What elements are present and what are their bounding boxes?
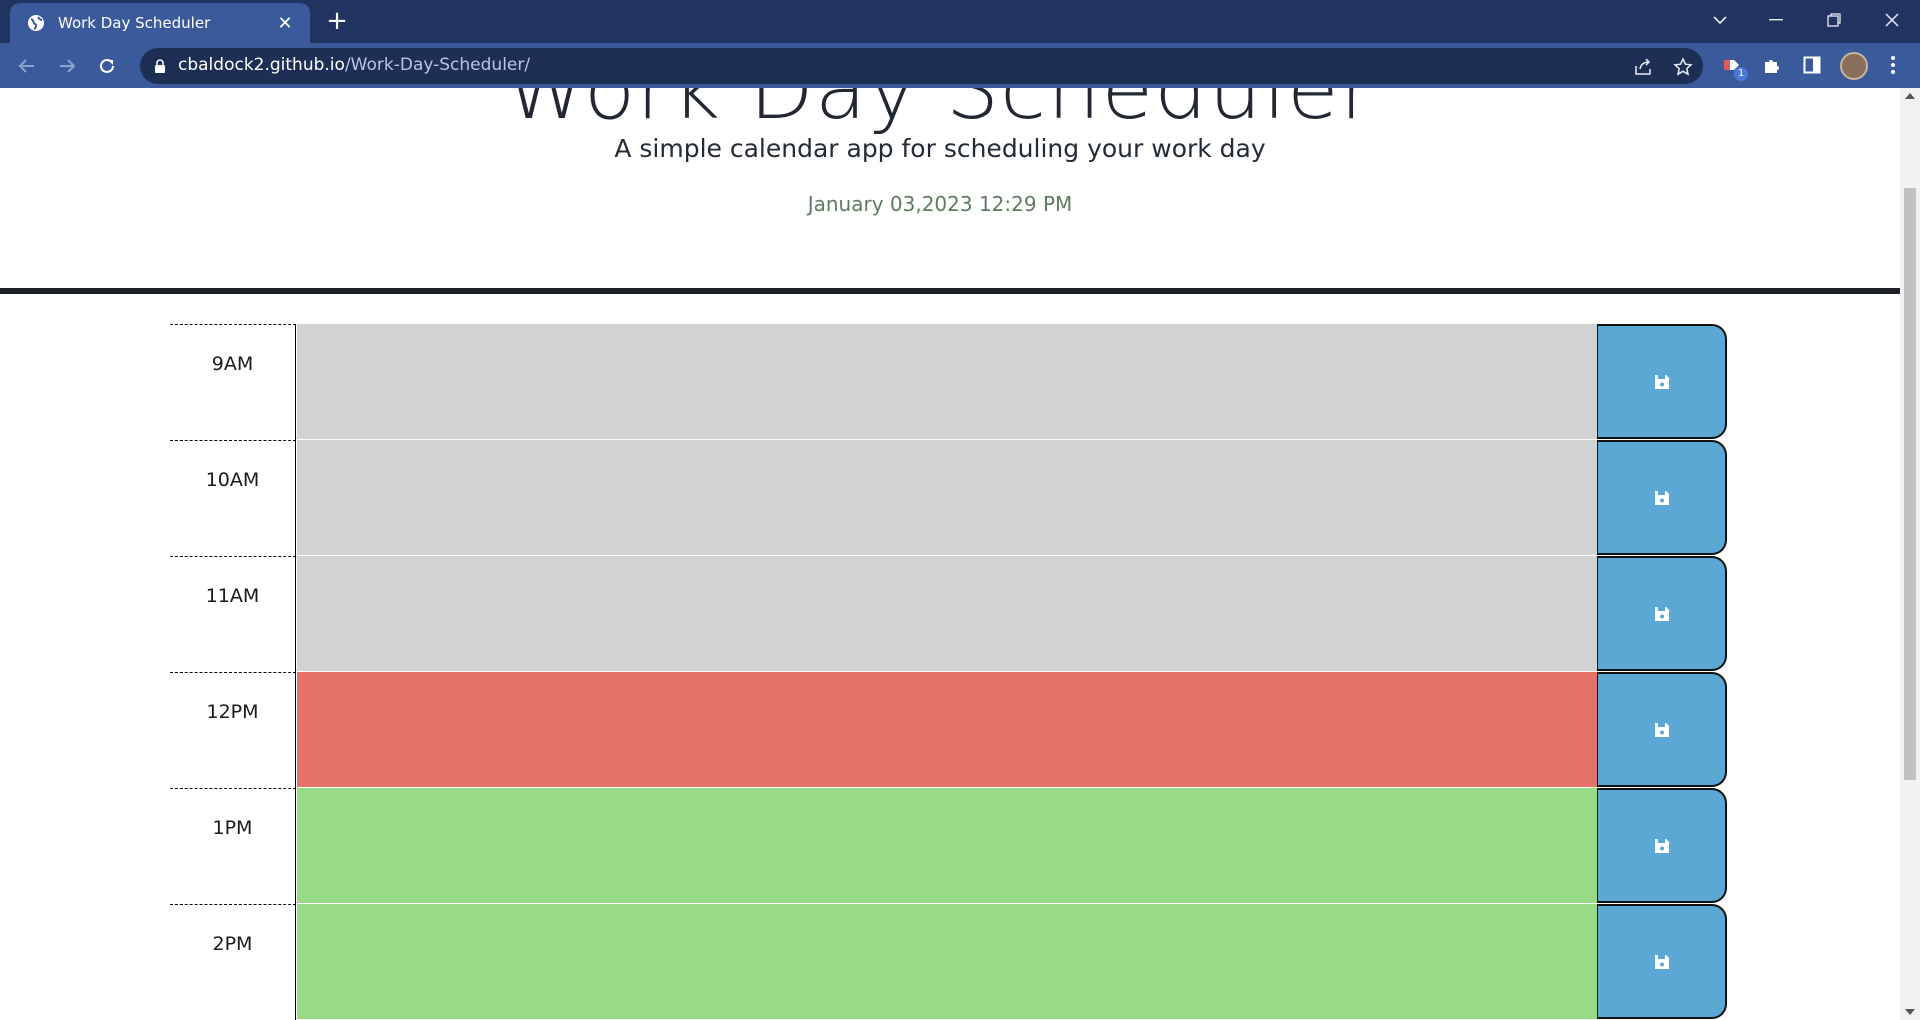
floppy-disk-save-icon bbox=[1653, 373, 1671, 391]
new-tab-icon[interactable]: + bbox=[322, 6, 352, 36]
save-button[interactable] bbox=[1597, 324, 1727, 439]
floppy-disk-save-icon bbox=[1653, 489, 1671, 507]
tab-search-icon[interactable] bbox=[1692, 0, 1748, 40]
more-menu-icon[interactable] bbox=[1880, 52, 1906, 78]
hour-label: 1PM bbox=[170, 788, 296, 904]
extensions-puzzle-icon[interactable] bbox=[1759, 52, 1785, 78]
save-button[interactable] bbox=[1597, 904, 1727, 1019]
browser-toolbar: cbaldock2.github.io/Work-Day-Scheduler/ … bbox=[0, 43, 1920, 88]
tab-strip: Work Day Scheduler ✕ + bbox=[0, 0, 1920, 43]
reload-icon[interactable] bbox=[92, 51, 122, 81]
extension-badge: 1 bbox=[1734, 67, 1748, 81]
time-block-row: 1PM bbox=[170, 788, 1730, 904]
save-button[interactable] bbox=[1597, 788, 1727, 903]
save-button[interactable] bbox=[1597, 672, 1727, 787]
hour-label: 2PM bbox=[170, 904, 296, 1020]
floppy-disk-save-icon bbox=[1653, 721, 1671, 739]
globe-icon bbox=[26, 13, 46, 33]
scroll-down-icon[interactable] bbox=[1905, 1009, 1915, 1015]
url-text[interactable]: cbaldock2.github.io/Work-Day-Scheduler/ bbox=[178, 55, 530, 75]
url-path: /Work-Day-Scheduler/ bbox=[344, 55, 531, 75]
jumbotron-header: Work Day Scheduler A simple calendar app… bbox=[0, 88, 1900, 294]
time-block-container: 9AM 10AM 11AM 12PM 1PM 2PM bbox=[170, 324, 1730, 1020]
time-block-row: 2PM bbox=[170, 904, 1730, 1020]
floppy-disk-save-icon bbox=[1653, 837, 1671, 855]
time-block-row: 11AM bbox=[170, 556, 1730, 672]
event-description-input[interactable] bbox=[297, 904, 1597, 1020]
bookmark-star-icon[interactable] bbox=[1672, 56, 1694, 78]
event-description-input[interactable] bbox=[297, 672, 1597, 788]
time-block-row: 12PM bbox=[170, 672, 1730, 788]
minimize-icon[interactable] bbox=[1748, 0, 1804, 40]
restore-icon[interactable] bbox=[1806, 0, 1862, 40]
hour-label: 12PM bbox=[170, 672, 296, 788]
current-day: January 03,2023 12:29 PM bbox=[807, 192, 1073, 216]
share-icon[interactable] bbox=[1632, 56, 1654, 78]
address-bar[interactable]: cbaldock2.github.io/Work-Day-Scheduler/ bbox=[140, 48, 1703, 84]
scroll-up-icon[interactable] bbox=[1905, 93, 1915, 99]
scrollbar-thumb[interactable] bbox=[1904, 188, 1916, 780]
save-button[interactable] bbox=[1597, 556, 1727, 671]
save-button[interactable] bbox=[1597, 440, 1727, 555]
side-panel-icon[interactable] bbox=[1799, 52, 1825, 78]
lock-icon[interactable] bbox=[152, 58, 168, 74]
profile-avatar[interactable] bbox=[1840, 52, 1868, 80]
page-viewport: Work Day Scheduler A simple calendar app… bbox=[0, 88, 1900, 1020]
browser-tab[interactable]: Work Day Scheduler ✕ bbox=[10, 3, 310, 43]
time-block-row: 10AM bbox=[170, 440, 1730, 556]
event-description-input[interactable] bbox=[297, 440, 1597, 556]
lead-text: A simple calendar app for scheduling you… bbox=[614, 134, 1266, 163]
tab-title: Work Day Scheduler bbox=[58, 14, 211, 32]
back-icon[interactable] bbox=[12, 51, 42, 81]
vertical-scrollbar[interactable] bbox=[1900, 88, 1920, 1020]
hour-label: 10AM bbox=[170, 440, 296, 556]
close-tab-icon[interactable]: ✕ bbox=[274, 13, 296, 34]
close-window-icon[interactable] bbox=[1864, 0, 1920, 40]
forward-icon[interactable] bbox=[52, 51, 82, 81]
event-description-input[interactable] bbox=[297, 788, 1597, 904]
hour-label: 11AM bbox=[170, 556, 296, 672]
url-host: cbaldock2.github.io bbox=[178, 55, 345, 75]
event-description-input[interactable] bbox=[297, 324, 1597, 440]
floppy-disk-save-icon bbox=[1653, 605, 1671, 623]
time-block-row: 9AM bbox=[170, 324, 1730, 440]
hour-label: 9AM bbox=[170, 324, 296, 440]
event-description-input[interactable] bbox=[297, 556, 1597, 672]
floppy-disk-save-icon bbox=[1653, 953, 1671, 971]
page-title: Work Day Scheduler bbox=[504, 88, 1376, 138]
